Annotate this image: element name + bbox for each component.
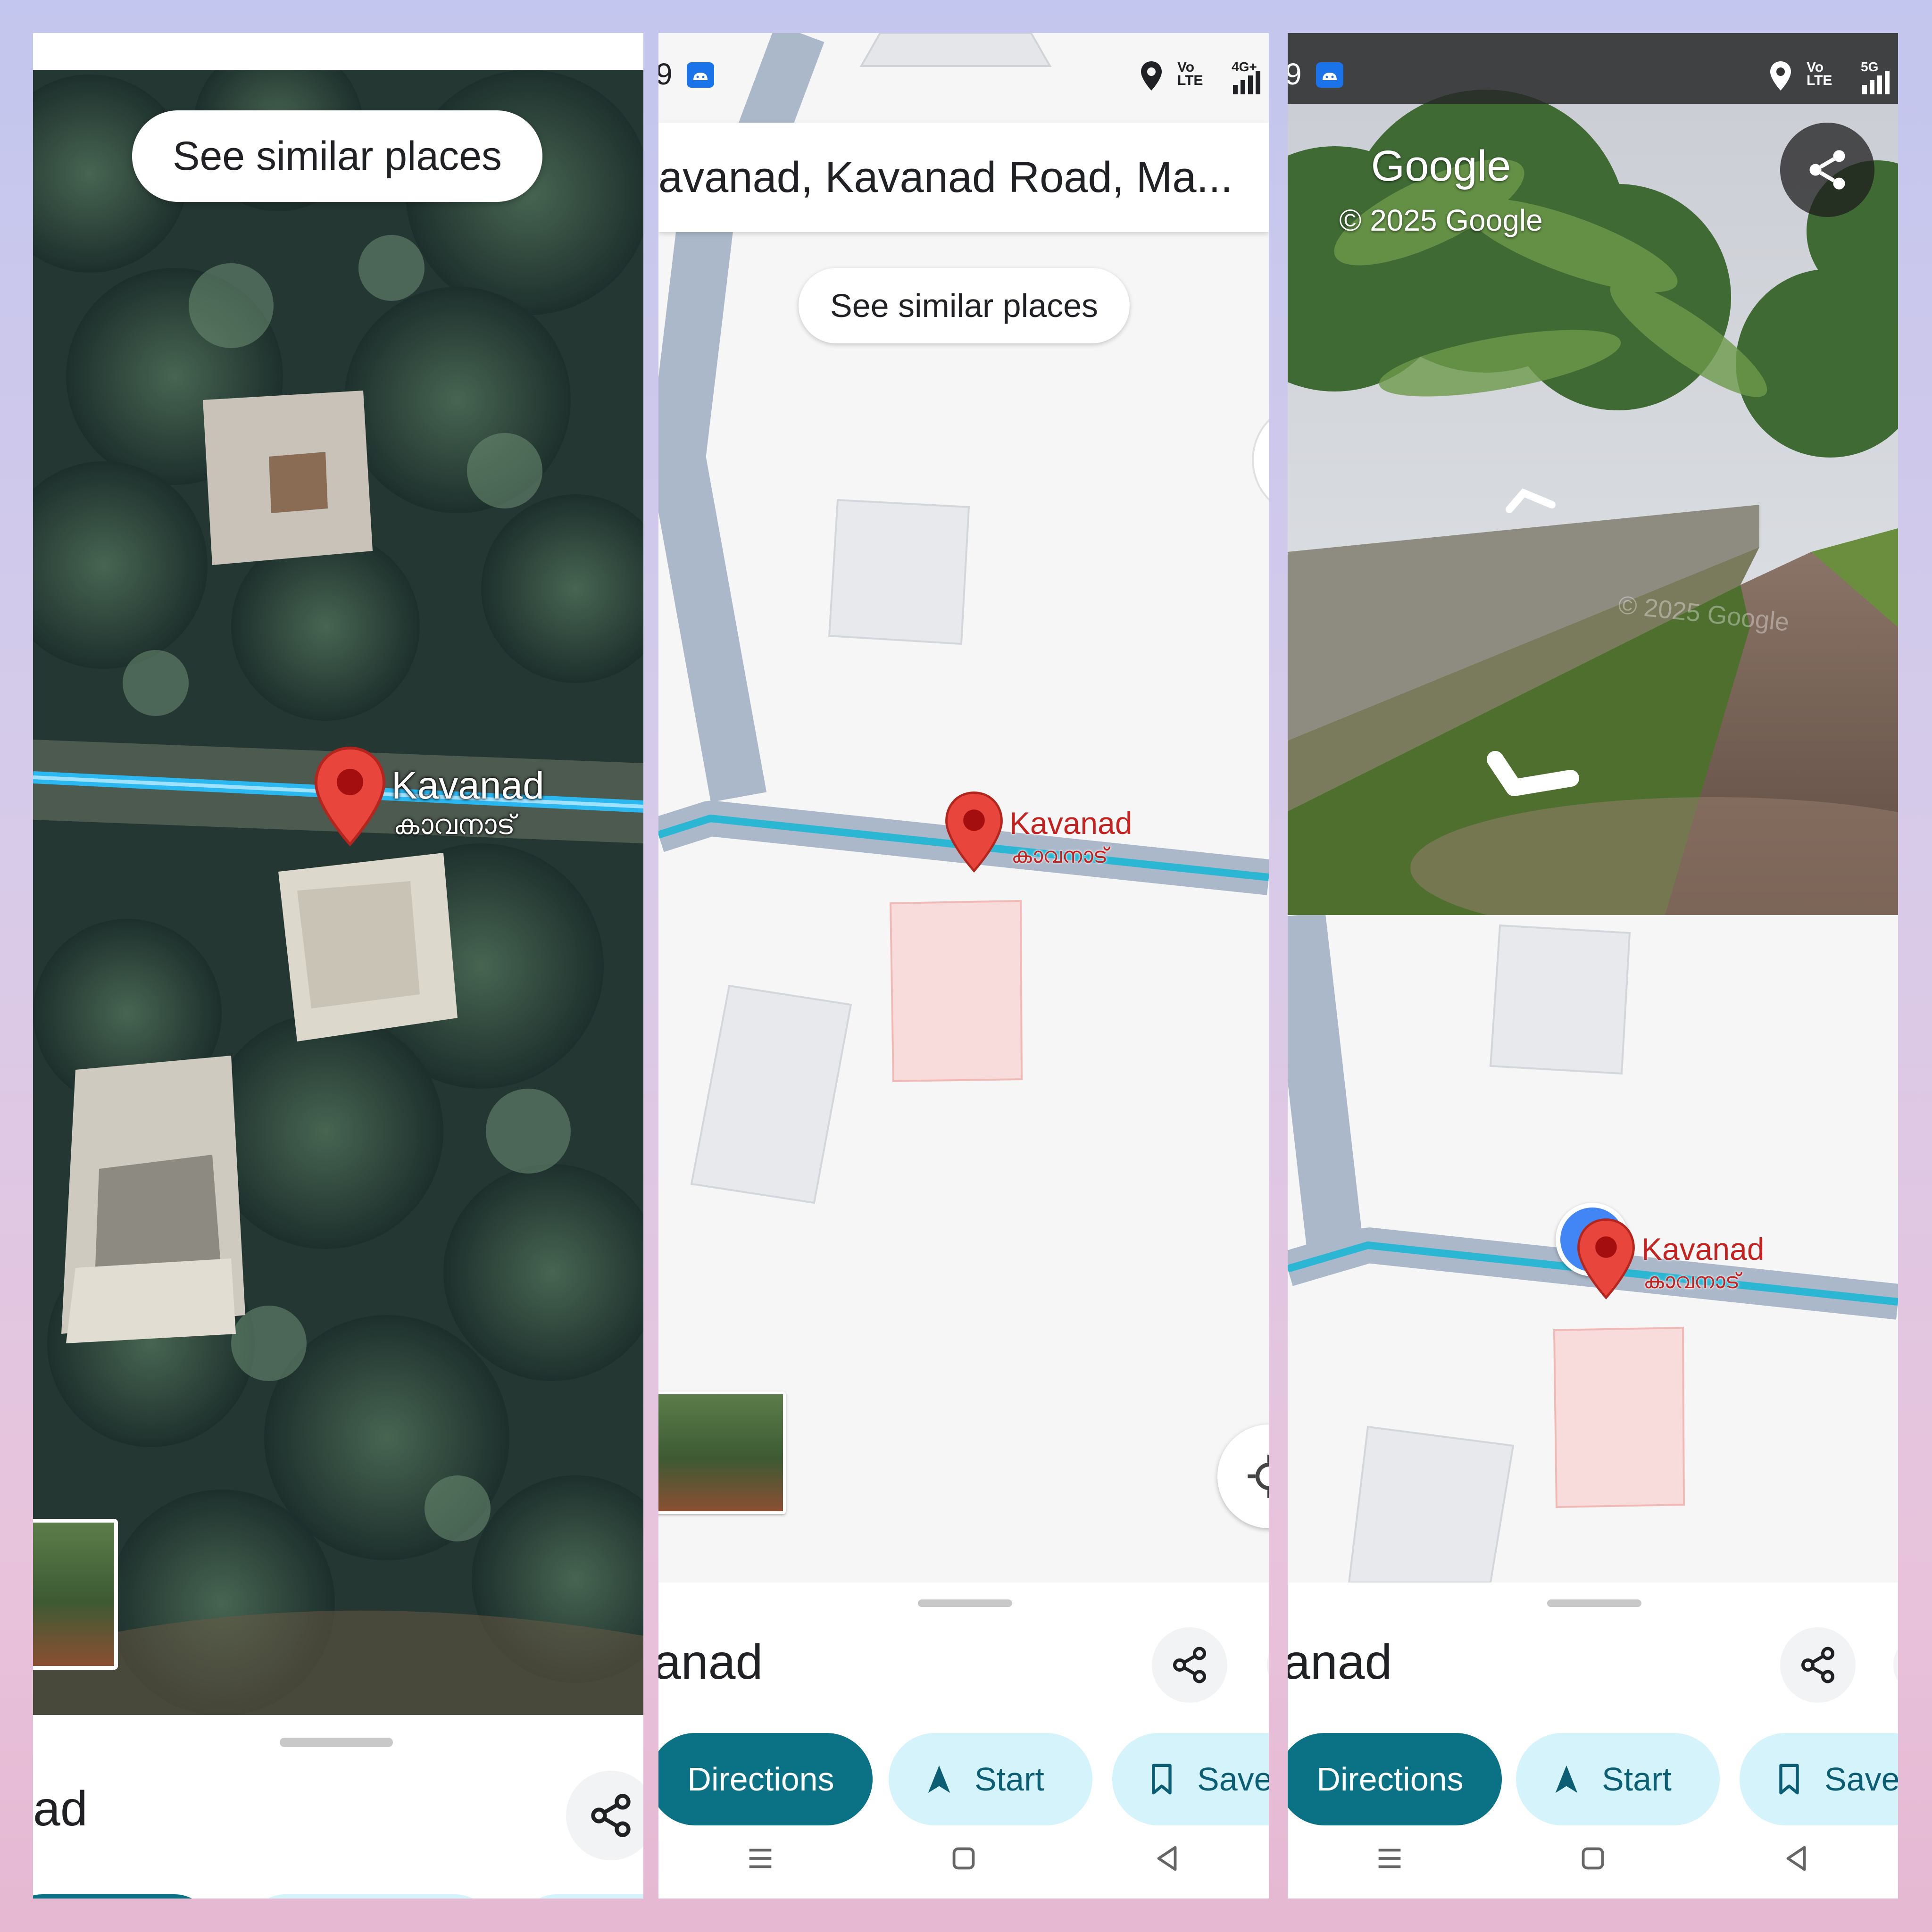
google-brand: Google [1371,142,1511,190]
directions-button[interactable]: Directions [1288,1733,1502,1825]
street-view-share-button[interactable] [1780,123,1874,217]
recents-icon[interactable] [744,1842,777,1875]
satellite-imagery[interactable] [33,70,643,1715]
search-bar-text: avanad, Kavanad Road, Ma... [658,153,1233,201]
place-title: ad [33,1782,88,1836]
system-nav-bar [658,1818,1269,1899]
directions-chip-partial[interactable] [33,1894,212,1899]
location-status-icon [1141,61,1162,91]
street-view-thumbnail[interactable] [33,1519,118,1670]
share-button[interactable] [1152,1627,1227,1703]
see-similar-places-label: See similar places [173,133,502,179]
location-pin-icon[interactable] [943,790,1005,875]
pin-name-local: കാവനാട് [1011,843,1108,867]
start-chip-partial[interactable] [248,1894,493,1899]
start-label: Start [1602,1761,1672,1798]
satellite-map-screen: See similar places Kavanad കാവനാട് ad [33,33,643,1899]
home-icon[interactable] [947,1842,980,1875]
pin-name-local: കാവനാട് [1643,1268,1740,1293]
location-pin-icon[interactable] [312,745,388,849]
share-icon [1173,1647,1206,1683]
save-label: Save [1824,1761,1898,1798]
share-icon [1801,1647,1834,1683]
save-label: Save [1197,1761,1269,1798]
status-bar: 9 Vo LTE 4G+ [658,33,1269,122]
signal-icon [1862,71,1890,94]
share-icon [591,1794,631,1837]
back-icon[interactable] [1780,1842,1813,1875]
pin-name: Kavanad [1641,1232,1765,1266]
back-icon[interactable] [1150,1842,1183,1875]
status-clock-partial: 9 [658,57,673,91]
location-status-icon [1770,61,1791,91]
status-clock-partial: 9 [1288,57,1302,91]
share-button[interactable] [566,1771,643,1860]
directions-button[interactable]: Directions [658,1733,873,1825]
more-button-partial[interactable] [1893,1634,1898,1696]
sheet-drag-handle[interactable] [918,1599,1012,1607]
system-nav-bar [1288,1818,1898,1899]
sheet-drag-handle[interactable] [1547,1599,1641,1607]
place-title: anad [1288,1635,1392,1690]
pin-name: Kavanad [391,764,544,807]
bookmark-icon [1779,1764,1799,1795]
lte-label: LTE [1177,73,1203,88]
street-view-copyright: © 2025 Google [1339,203,1543,237]
crosshair-icon [1248,1455,1269,1498]
pin-name: Kavanad [1009,806,1133,841]
see-similar-places-button[interactable]: See similar places [799,268,1130,343]
navigation-arrow-icon [928,1765,950,1793]
search-bar[interactable]: avanad, Kavanad Road, Ma... [658,123,1269,232]
status-bar: 9 Vo LTE 5G [1288,33,1898,122]
lte-label: LTE [1807,73,1832,88]
more-button-partial[interactable] [1267,1634,1269,1696]
sheet-drag-handle[interactable] [280,1738,393,1747]
see-similar-places-button[interactable]: See similar places [132,110,542,202]
place-title: anad [658,1635,763,1690]
save-chip-partial[interactable] [519,1894,643,1899]
status-bar-strip [33,33,643,70]
pin-name-local: കാവനാട് [393,809,516,840]
street-view-thumbnail[interactable] [658,1391,786,1514]
start-button[interactable]: Start [889,1733,1092,1825]
navigation-arrow-icon [1555,1765,1578,1793]
android-app-icon [1316,62,1343,88]
home-icon[interactable] [1576,1842,1609,1875]
location-pin-icon[interactable] [1575,1217,1637,1302]
start-button[interactable]: Start [1516,1733,1720,1825]
place-bottom-sheet: ad [33,1715,643,1899]
signal-icon [1233,71,1260,94]
street-view-screen: 9 Vo LTE 5G Google © 2025 Google © 2025 … [1288,33,1898,1899]
start-label: Start [974,1761,1044,1798]
save-button[interactable]: Save [1740,1733,1898,1825]
share-icon [1809,150,1845,190]
recents-icon[interactable] [1373,1842,1406,1875]
share-button[interactable] [1780,1627,1856,1703]
map-screen: 9 Vo LTE 4G+ avanad, Kavanad Road, Ma...… [658,33,1269,1899]
android-app-icon [687,62,714,88]
see-similar-places-label: See similar places [830,287,1098,324]
save-button[interactable]: Save [1112,1733,1269,1825]
directions-label: Directions [687,1761,834,1798]
bookmark-icon [1152,1764,1172,1795]
directions-label: Directions [1316,1761,1464,1798]
